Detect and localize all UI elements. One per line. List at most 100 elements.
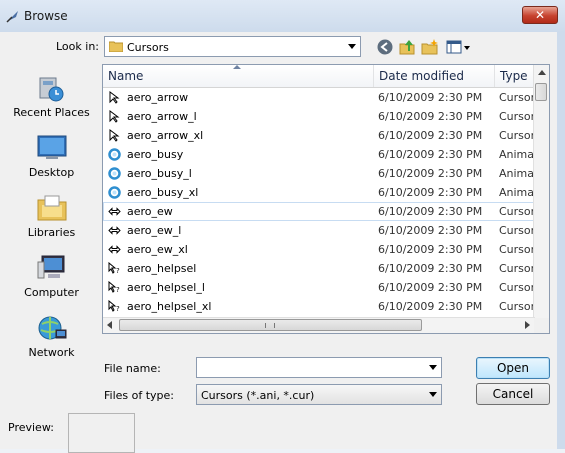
recent-places-icon (39, 77, 63, 102)
date-modified-cell: 6/10/2009 2:30 PM (378, 300, 483, 313)
scroll-thumb[interactable] (535, 83, 547, 101)
type-cell: Cursor (499, 224, 535, 237)
title-bar: Browse ✕ (0, 0, 565, 32)
horizontal-scroll-thumb[interactable] (119, 319, 422, 331)
vertical-scrollbar[interactable] (533, 65, 549, 333)
places-bar: Recent Places Desktop Libraries Computer… (8, 66, 95, 396)
close-button[interactable]: ✕ (522, 6, 558, 24)
list-item[interactable]: aero_arrow 6/10/2009 2:30 PM Cursor (103, 88, 535, 107)
scroll-corner (534, 318, 549, 333)
horizontal-scrollbar[interactable] (103, 317, 535, 333)
file-name-cell: aero_helpsel_l (127, 281, 205, 294)
file-name-cell: aero_busy (127, 148, 184, 161)
busy-cursor-icon (108, 148, 121, 161)
file-name-cell: aero_arrow_l (127, 110, 197, 123)
list-item[interactable]: aero_busy_l 6/10/2009 2:30 PM Animated (103, 164, 535, 183)
date-modified-cell: 6/10/2009 2:30 PM (378, 167, 483, 180)
date-modified-cell: 6/10/2009 2:30 PM (378, 186, 483, 199)
busy-cursor-icon (108, 167, 121, 180)
type-cell: Cursor (499, 281, 535, 294)
arrow-cursor-icon (109, 129, 120, 142)
date-modified-cell: 6/10/2009 2:30 PM (378, 205, 483, 218)
date-modified-cell: 6/10/2009 2:30 PM (378, 91, 483, 104)
type-cell: Cursor (499, 243, 535, 256)
scroll-up-icon[interactable] (538, 70, 546, 75)
view-menu-icon[interactable] (446, 38, 472, 56)
resize-ew-cursor-icon (108, 207, 121, 216)
up-folder-icon[interactable] (398, 38, 416, 56)
close-icon: ✕ (534, 8, 546, 22)
file-name-cell: aero_arrow (127, 91, 189, 104)
file-list[interactable]: Name Date modified Type aero_arrow 6/10/2… (102, 64, 550, 334)
files-of-type-dropdown[interactable]: Cursors (*.ani, *.cur) (196, 384, 442, 405)
list-item[interactable]: aero_ew_l 6/10/2009 2:30 PM Cursor (103, 221, 535, 240)
place-libraries[interactable]: Libraries (8, 192, 95, 239)
type-cell: Animated (499, 148, 535, 161)
libraries-icon (37, 195, 66, 221)
file-name-label: File name: (104, 362, 161, 375)
look-in-value: Cursors (127, 41, 169, 54)
type-cell: Cursor (499, 129, 535, 142)
folder-icon (109, 41, 123, 52)
arrow-cursor-icon (109, 91, 120, 104)
date-modified-cell: 6/10/2009 2:30 PM (378, 110, 483, 123)
list-item[interactable]: aero_ew 6/10/2009 2:30 PM Cursor (103, 202, 535, 221)
list-item[interactable]: aero_arrow_l 6/10/2009 2:30 PM Cursor (103, 107, 535, 126)
help-cursor-icon: ? (108, 300, 120, 313)
window-frame-right (557, 32, 565, 449)
file-name-cell: aero_helpsel_xl (127, 300, 212, 313)
svg-text:?: ? (116, 286, 120, 294)
type-cell: Cursor (499, 205, 535, 218)
file-name-cell: aero_arrow_xl (127, 129, 204, 142)
type-cell: Cursor (499, 91, 535, 104)
scroll-right-icon[interactable] (525, 321, 530, 329)
place-desktop[interactable]: Desktop (8, 132, 95, 179)
column-header-type[interactable]: Type (495, 65, 535, 87)
file-name-cell: aero_busy_xl (127, 186, 199, 199)
file-name-cell: aero_busy_l (127, 167, 192, 180)
resize-ew-cursor-icon (108, 245, 121, 254)
new-folder-icon[interactable] (421, 38, 439, 56)
back-icon[interactable] (376, 38, 394, 56)
type-cell: Cursor (499, 110, 535, 123)
date-modified-cell: 6/10/2009 2:30 PM (378, 281, 483, 294)
file-name-cell: aero_ew (127, 205, 173, 218)
place-recent-places[interactable]: Recent Places (8, 72, 95, 119)
preview-pane (68, 413, 135, 453)
files-of-type-label: Files of type: (104, 389, 175, 402)
list-header: Name Date modified Type (103, 65, 535, 88)
preview-label: Preview: (8, 421, 54, 434)
date-modified-cell: 6/10/2009 2:30 PM (378, 243, 483, 256)
help-cursor-icon: ? (108, 262, 120, 275)
date-modified-cell: 6/10/2009 2:30 PM (378, 129, 483, 142)
place-network[interactable]: Network (8, 312, 95, 359)
file-name-combo[interactable] (196, 357, 442, 378)
scroll-left-icon[interactable] (107, 321, 112, 329)
place-label: Computer (24, 286, 79, 299)
list-item[interactable]: ? aero_helpsel_xl 6/10/2009 2:30 PM Cursor (103, 297, 535, 316)
list-item[interactable]: aero_ew_xl 6/10/2009 2:30 PM Cursor (103, 240, 535, 259)
place-label: Recent Places (13, 106, 90, 119)
file-name-cell: aero_helpsel (127, 262, 197, 275)
list-item[interactable]: ? aero_helpsel 6/10/2009 2:30 PM Cursor (103, 259, 535, 278)
list-item[interactable]: aero_busy_xl 6/10/2009 2:30 PM Animated (103, 183, 535, 202)
column-header-date-modified[interactable]: Date modified (374, 65, 495, 87)
place-label: Libraries (27, 226, 76, 239)
desktop-icon (37, 135, 66, 159)
look-in-dropdown[interactable]: Cursors (104, 36, 361, 57)
date-modified-cell: 6/10/2009 2:30 PM (378, 148, 483, 161)
place-label: Desktop (28, 166, 75, 179)
list-item[interactable]: ? aero_helpsel_l 6/10/2009 2:30 PM Cursor (103, 278, 535, 297)
list-item[interactable]: aero_busy 6/10/2009 2:30 PM Animated (103, 145, 535, 164)
chevron-down-icon (348, 44, 356, 49)
list-item[interactable]: aero_arrow_xl 6/10/2009 2:30 PM Cursor (103, 126, 535, 145)
cancel-button[interactable]: Cancel (476, 383, 550, 405)
browse-cursor-icon (6, 11, 18, 23)
type-cell: Cursor (499, 300, 535, 313)
chevron-down-icon[interactable] (429, 365, 437, 370)
place-computer[interactable]: Computer (8, 252, 95, 299)
file-name-cell: aero_ew_l (127, 224, 182, 237)
open-button[interactable]: Open (476, 357, 550, 379)
look-in-label: Look in: (56, 40, 99, 53)
svg-text:?: ? (116, 267, 120, 275)
